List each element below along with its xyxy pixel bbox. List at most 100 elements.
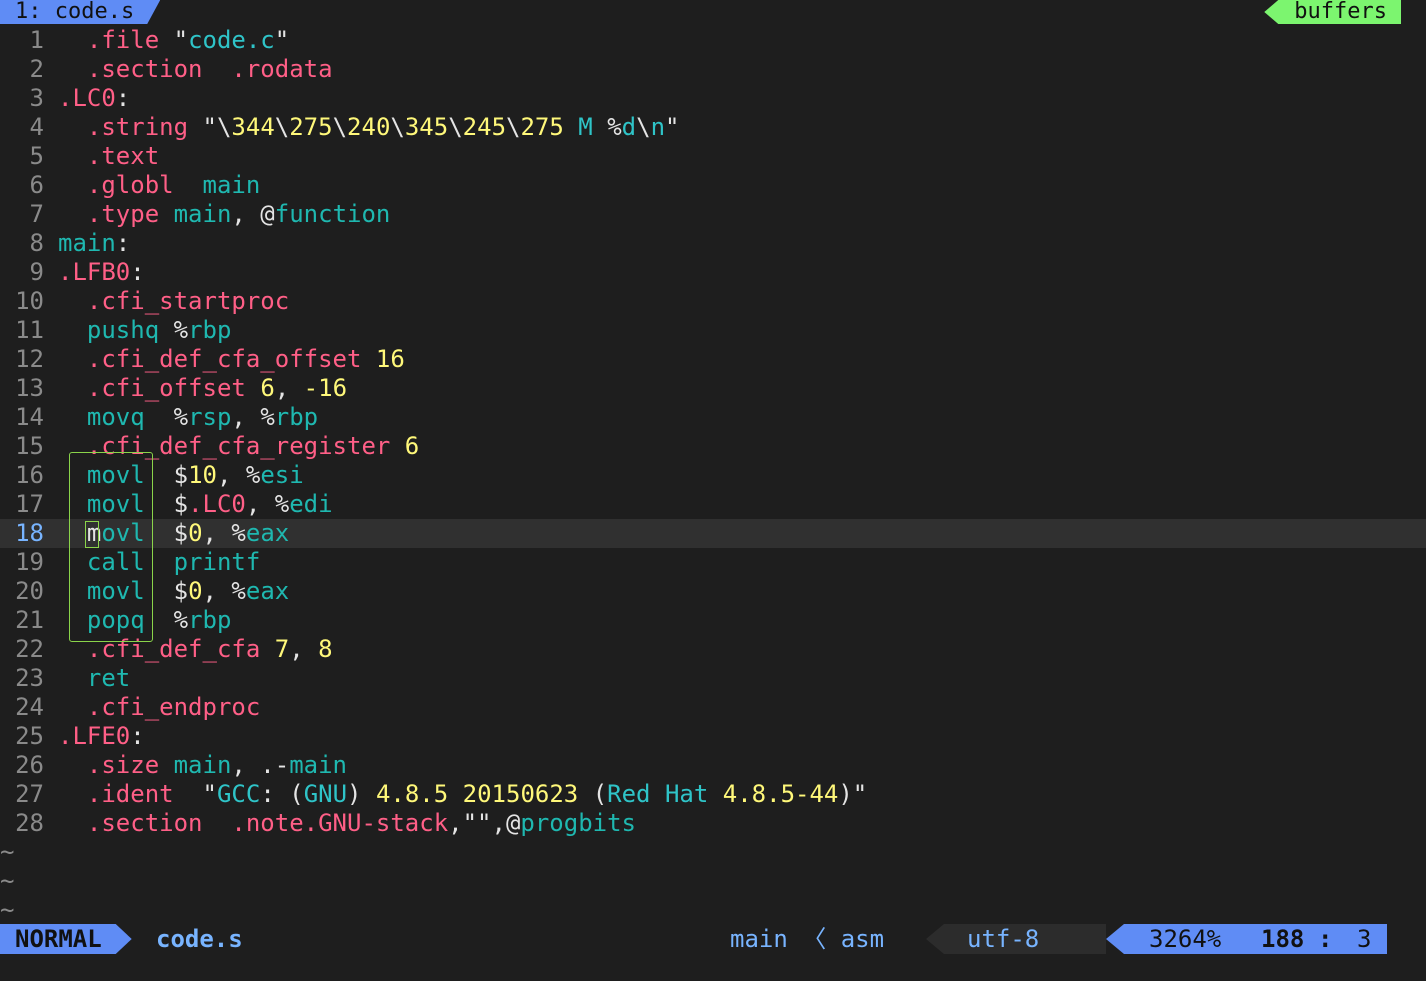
mode-indicator: NORMAL <box>0 924 132 954</box>
code-token: 4.8.5 <box>375 780 449 808</box>
code-token: 0 <box>188 577 203 605</box>
code-token: : <box>115 84 131 112</box>
command-line[interactable] <box>0 954 1426 981</box>
line-number: 27 <box>15 780 44 808</box>
line-number: 21 <box>15 606 44 634</box>
code-line[interactable]: 6 .globl main <box>0 171 1426 200</box>
code-line[interactable]: 2 .section .rodata <box>0 55 1426 84</box>
editor-pane[interactable]: 1 .file "code.c" 2 .section .rodata 3 .LC0:… <box>0 26 1426 925</box>
status-separator: : <box>1318 925 1333 953</box>
code-token: 16 <box>375 345 405 373</box>
line-number: 5 <box>29 142 44 170</box>
code-token: .LC0 <box>58 84 116 112</box>
code-line[interactable]: 18 movl $0, %eax <box>0 519 1426 548</box>
code-line[interactable]: 12 .cfi_def_cfa_offset 16 <box>0 345 1426 374</box>
code-token: .cfi_startproc <box>86 287 290 315</box>
code-text: .cfi_def_cfa_register 6 <box>58 432 419 460</box>
code-line[interactable]: 26 .size main, .-main <box>0 751 1426 780</box>
code-line[interactable]: 28 .section .note.GNU-stack,"",@progbits <box>0 809 1426 838</box>
code-line[interactable]: 1 .file "code.c" <box>0 26 1426 55</box>
code-line[interactable]: 19 call printf <box>0 548 1426 577</box>
code-line[interactable]: 4 .string "\344\275\240\345\245\275 M %d… <box>0 113 1426 142</box>
code-line[interactable]: 7 .type main, @function <box>0 200 1426 229</box>
code-text: .file "code.c" <box>58 26 289 54</box>
code-token: ret <box>86 664 131 692</box>
code-lines[interactable]: 1 .file "code.c" 2 .section .rodata 3 .LC0:… <box>0 26 1426 838</box>
code-token: " <box>159 26 189 54</box>
code-token: m <box>86 519 102 547</box>
code-token: \ <box>636 113 651 141</box>
line-number: 26 <box>15 751 44 779</box>
code-line[interactable]: 23 ret <box>0 664 1426 693</box>
code-token: n <box>650 113 666 141</box>
code-token: 8 <box>318 635 333 663</box>
code-line[interactable]: 15 .cfi_def_cfa_register 6 <box>0 432 1426 461</box>
line-number: 10 <box>15 287 44 315</box>
code-token: )" <box>838 780 868 808</box>
code-line[interactable]: 9 .LFB0: <box>0 258 1426 287</box>
code-line[interactable]: 22 .cfi_def_cfa 7, 8 <box>0 635 1426 664</box>
code-line[interactable]: 27 .ident "GCC: (GNU) 4.8.5 20150623 (Re… <box>0 780 1426 809</box>
code-text: movl $0, %eax <box>58 519 289 547</box>
code-line[interactable]: 25 .LFE0: <box>0 722 1426 751</box>
code-token: ) <box>347 780 376 808</box>
code-line[interactable]: 8 main: <box>0 229 1426 258</box>
code-token: popq <box>86 606 145 634</box>
code-token: M <box>563 113 608 141</box>
code-token: .type <box>86 200 160 228</box>
code-token: 240 <box>347 113 391 141</box>
code-token: , <box>289 635 319 663</box>
code-line[interactable]: 13 .cfi_offset 6, -16 <box>0 374 1426 403</box>
buffers-label[interactable]: buffers <box>1264 0 1401 24</box>
code-token: 6 <box>260 374 275 402</box>
line-number: 24 <box>15 693 44 721</box>
code-line[interactable]: 5 .text <box>0 142 1426 171</box>
code-token: main <box>202 171 261 199</box>
code-token: movl <box>86 461 145 489</box>
code-token: Red Hat <box>607 780 709 808</box>
code-line[interactable]: 20 movl $0, %eax <box>0 577 1426 606</box>
code-line[interactable]: 3 .LC0: <box>0 84 1426 113</box>
code-text: main: <box>58 229 130 257</box>
code-token: call <box>86 548 145 576</box>
code-token: % <box>144 403 189 431</box>
code-text: movl $10, %esi <box>58 461 304 489</box>
code-token: 344 <box>231 113 275 141</box>
code-token: code.c <box>188 26 275 54</box>
tab-code-s[interactable]: 1: code.s <box>0 0 160 24</box>
code-line[interactable]: 10 .cfi_startproc <box>0 287 1426 316</box>
code-token: GNU <box>303 780 348 808</box>
line-number: 1 <box>29 26 44 54</box>
code-line[interactable]: 21 popq %rbp <box>0 606 1426 635</box>
code-token: rbp <box>188 606 232 634</box>
code-token: GCC <box>216 780 261 808</box>
code-token: .size <box>86 751 160 779</box>
code-token: 10 <box>188 461 217 489</box>
code-token: rbp <box>188 316 232 344</box>
code-line[interactable]: 11 pushq %rbp <box>0 316 1426 345</box>
code-line[interactable]: 17 movl $.LC0, %edi <box>0 490 1426 519</box>
code-line[interactable]: 24 .cfi_endproc <box>0 693 1426 722</box>
code-text: .LC0: <box>58 84 130 112</box>
code-token: rsp <box>188 403 232 431</box>
line-number: 13 <box>15 374 44 402</box>
code-line[interactable]: 14 movq %rsp, %rbp <box>0 403 1426 432</box>
code-token: 0 <box>188 519 203 547</box>
code-token: 4.8.5-44 <box>722 780 839 808</box>
code-token: .LFE0 <box>58 722 131 750</box>
code-token: : <box>130 258 145 286</box>
code-line[interactable]: 16 movl $10, %esi <box>0 461 1426 490</box>
line-number: 17 <box>15 490 44 518</box>
tilde-marker: ~ <box>0 838 15 866</box>
code-token: " <box>274 26 290 54</box>
